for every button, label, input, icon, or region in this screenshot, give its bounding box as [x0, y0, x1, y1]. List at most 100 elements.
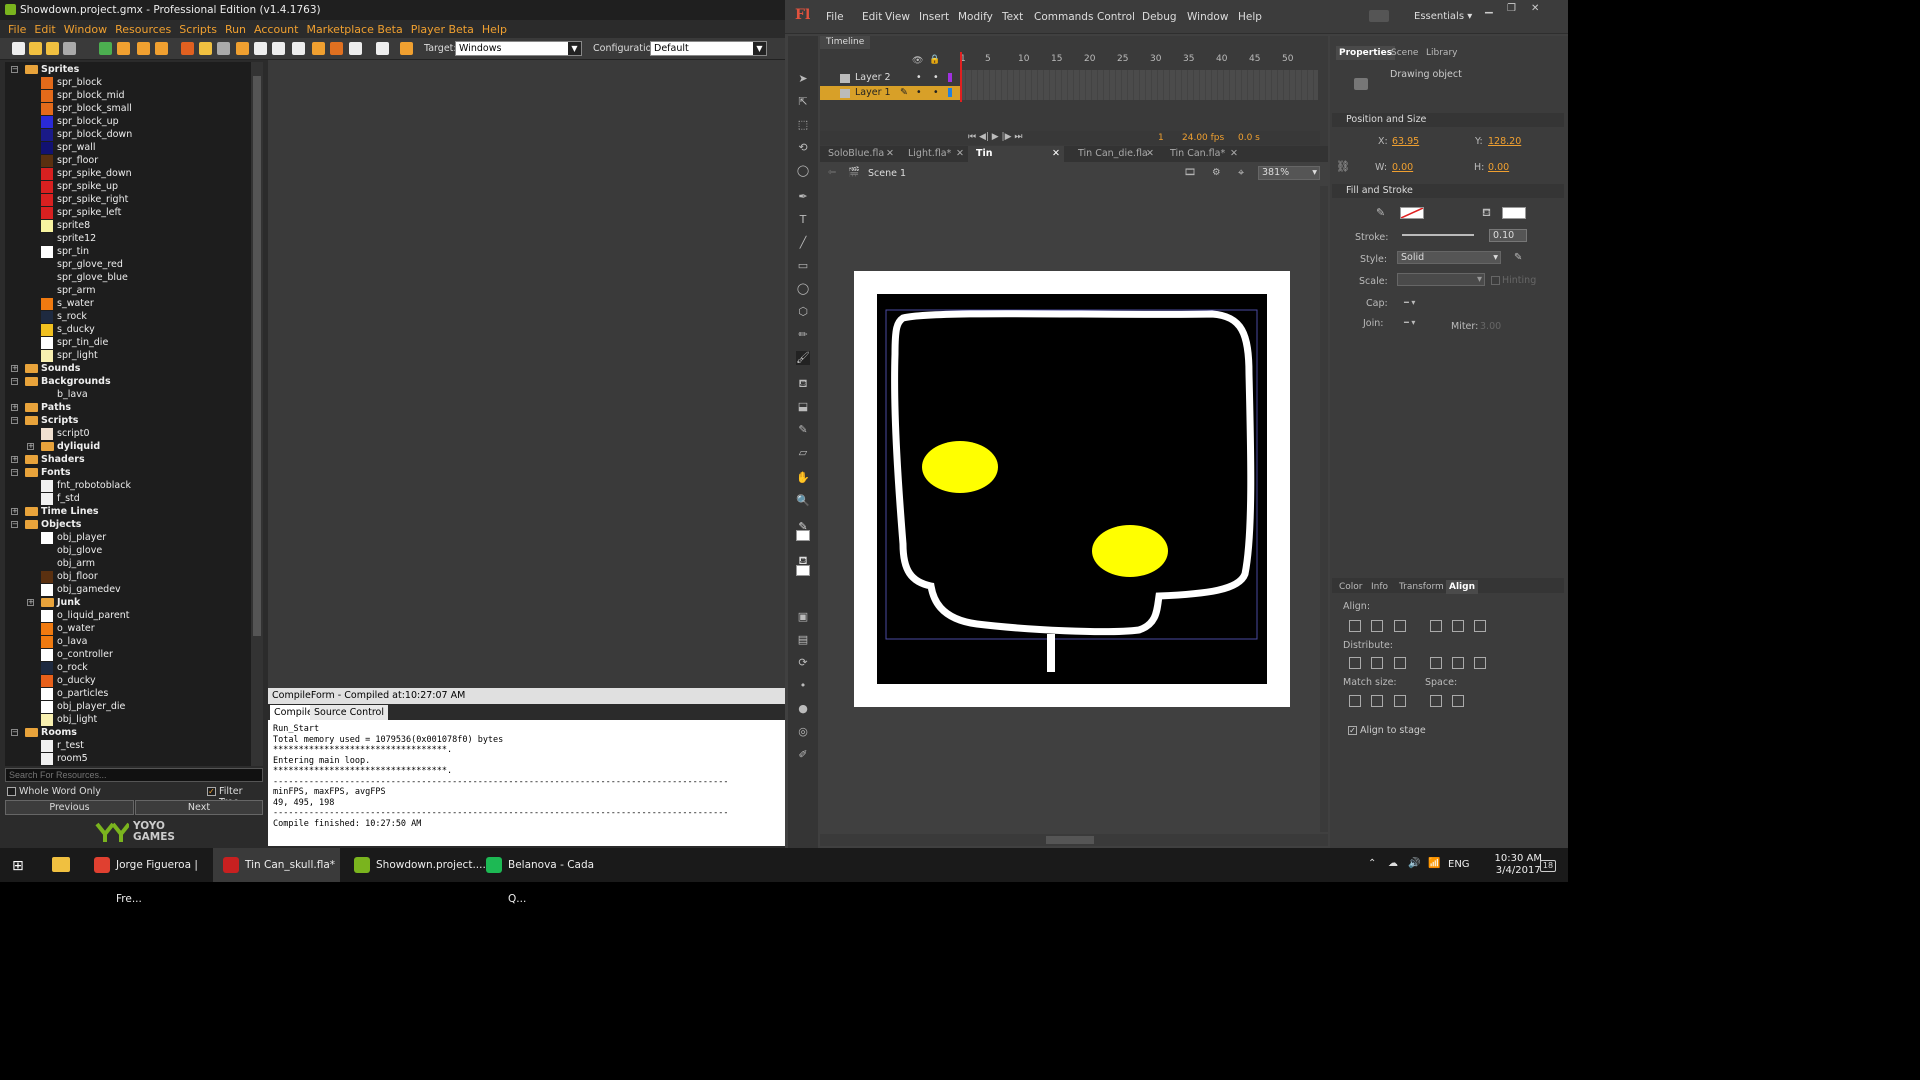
left-eye[interactable] [922, 441, 998, 493]
document-tab[interactable]: Tin Can_skull.fla*✕ [968, 146, 1064, 175]
selection-tool-icon[interactable]: ➤ [796, 72, 810, 86]
tree-item[interactable]: obj_arm [5, 557, 251, 570]
gm-menu-scripts[interactable]: Scripts [179, 23, 217, 36]
rectangle-tool-icon[interactable]: ▭ [796, 259, 810, 273]
tree-item[interactable]: spr_spike_right [5, 193, 251, 206]
tree-folder[interactable]: − Backgrounds [5, 375, 251, 388]
toolbar-button-icon[interactable] [117, 42, 130, 55]
timeline-frames[interactable] [960, 70, 1318, 100]
edit-stroke-style-icon[interactable]: ✎ [1514, 252, 1522, 263]
tree-item[interactable]: obj_player_die [5, 700, 251, 713]
file-explorer-icon[interactable] [52, 857, 70, 872]
flash-menu-edit[interactable]: Edit [862, 11, 882, 23]
collapse-icon[interactable]: − [11, 417, 18, 424]
align-button-icon[interactable] [1474, 620, 1486, 632]
tree-item[interactable]: o_water [5, 622, 251, 635]
eye-icon[interactable]: 👁 [912, 56, 923, 66]
paint-bucket-tool-icon[interactable]: ⛾ [796, 377, 810, 391]
gm-menu-window[interactable]: Window [64, 23, 107, 36]
tree-item[interactable]: b_lava [5, 388, 251, 401]
toolbar-button-icon[interactable] [272, 42, 285, 55]
align-button-icon[interactable] [1371, 695, 1383, 707]
align-button-icon[interactable] [1349, 695, 1361, 707]
align-button-icon[interactable] [1430, 620, 1442, 632]
brush-shape-icon[interactable]: ◎ [796, 725, 810, 739]
properties-tab[interactable]: Scene [1388, 46, 1421, 60]
toolbar-button-icon[interactable] [181, 42, 194, 55]
tree-item[interactable]: o_lava [5, 635, 251, 648]
toolbar-button-icon[interactable] [99, 42, 112, 55]
straighten-icon[interactable]: • [796, 679, 810, 693]
align-button-icon[interactable] [1430, 657, 1442, 669]
tree-folder[interactable]: − Fonts [5, 466, 251, 479]
tree-item[interactable]: spr_block_mid [5, 89, 251, 102]
document-tab[interactable]: Tin Can.fla* ✕ [1162, 146, 1242, 162]
playhead[interactable] [960, 52, 962, 102]
toolbar-button-icon[interactable] [330, 42, 343, 55]
back-arrow-icon[interactable]: ⇦ [828, 167, 836, 178]
flash-menu-text[interactable]: Text [1002, 11, 1023, 23]
panel-tab[interactable]: Info [1368, 580, 1391, 594]
collapse-icon[interactable]: − [11, 729, 18, 736]
tree-item[interactable]: fnt_robotoblack [5, 479, 251, 492]
tree-folder[interactable]: − Sprites [5, 63, 251, 76]
tree-item[interactable]: spr_block [5, 76, 251, 89]
object-drawing-icon[interactable]: ▣ [796, 610, 810, 624]
scrollbar-thumb[interactable] [1046, 836, 1094, 844]
tree-item[interactable]: sprite8 [5, 219, 251, 232]
align-button-icon[interactable] [1371, 657, 1383, 669]
panel-tab[interactable]: Transform [1396, 580, 1447, 594]
gm-menu-player-beta[interactable]: Player Beta [411, 23, 474, 36]
layer-outline-color[interactable] [948, 73, 952, 82]
network-icon[interactable]: 📶 [1428, 858, 1440, 869]
stage-horizontal-scrollbar[interactable] [820, 834, 1328, 846]
chevron-up-icon[interactable]: ⌃ [1368, 858, 1376, 869]
toolbar-button-icon[interactable] [312, 42, 325, 55]
taskbar-app[interactable]: Showdown.project.... [344, 848, 486, 882]
panel-tab[interactable]: Color [1336, 580, 1366, 594]
visibility-dot[interactable]: • [916, 86, 922, 100]
timeline-layer[interactable]: Layer 1 ✎ • • [820, 86, 960, 100]
resource-tree-scrollbar[interactable] [251, 62, 263, 766]
tree-item[interactable]: o_controller [5, 648, 251, 661]
tree-item[interactable]: spr_glove_blue [5, 271, 251, 284]
stroke-style-select[interactable]: Solid ▾ [1397, 251, 1501, 264]
configuration-select[interactable]: Default ▼ [650, 41, 767, 56]
cloud-icon[interactable]: ☁ [1388, 858, 1398, 869]
snap-icon[interactable]: ⌖ [1238, 166, 1244, 180]
eraser-tool-icon[interactable]: ▱ [796, 446, 810, 460]
toolbar-button-icon[interactable] [46, 42, 59, 55]
flash-menu-file[interactable]: File [826, 11, 844, 23]
polystar-tool-icon[interactable]: ⬡ [796, 305, 810, 319]
timeline-layer[interactable]: Layer 2 • • [820, 71, 960, 85]
target-select[interactable]: Windows ▼ [455, 41, 582, 56]
scrollbar-thumb[interactable] [253, 76, 261, 636]
align-button-icon[interactable] [1430, 695, 1442, 707]
tree-item[interactable]: room5 [5, 752, 251, 765]
toolbar-button-icon[interactable] [292, 42, 305, 55]
tree-item[interactable]: obj_light [5, 713, 251, 726]
close-icon[interactable]: ✕ [1230, 146, 1238, 162]
collapse-icon[interactable]: − [11, 521, 18, 528]
oval-tool-icon[interactable]: ◯ [796, 282, 810, 296]
close-icon[interactable]: ✕ [956, 146, 964, 162]
scale-select[interactable]: ▾ [1397, 273, 1485, 286]
toolbar-button-icon[interactable] [376, 42, 389, 55]
tree-item[interactable]: spr_spike_up [5, 180, 251, 193]
tree-item[interactable]: s_rock [5, 310, 251, 323]
flash-menu-window[interactable]: Window [1187, 11, 1228, 23]
align-button-icon[interactable] [1452, 695, 1464, 707]
expand-icon[interactable]: + [27, 599, 34, 606]
w-value[interactable]: 0.00 [1392, 162, 1413, 173]
pen-tool-icon[interactable]: ✒ [796, 190, 810, 204]
tree-item[interactable]: spr_spike_down [5, 167, 251, 180]
tree-item[interactable]: o_ducky [5, 674, 251, 687]
tree-item[interactable]: o_particles [5, 687, 251, 700]
toolbar-button-icon[interactable] [199, 42, 212, 55]
tree-item[interactable]: o_liquid_parent [5, 609, 251, 622]
close-icon[interactable]: ✕ [1146, 146, 1154, 162]
edit-scene-icon[interactable]: 🎞 [1184, 167, 1196, 178]
taskbar-app[interactable]: Jorge Figueroa | Fre... [84, 848, 211, 905]
gm-menu-help[interactable]: Help [482, 23, 507, 36]
tree-folder[interactable]: + Paths [5, 401, 251, 414]
